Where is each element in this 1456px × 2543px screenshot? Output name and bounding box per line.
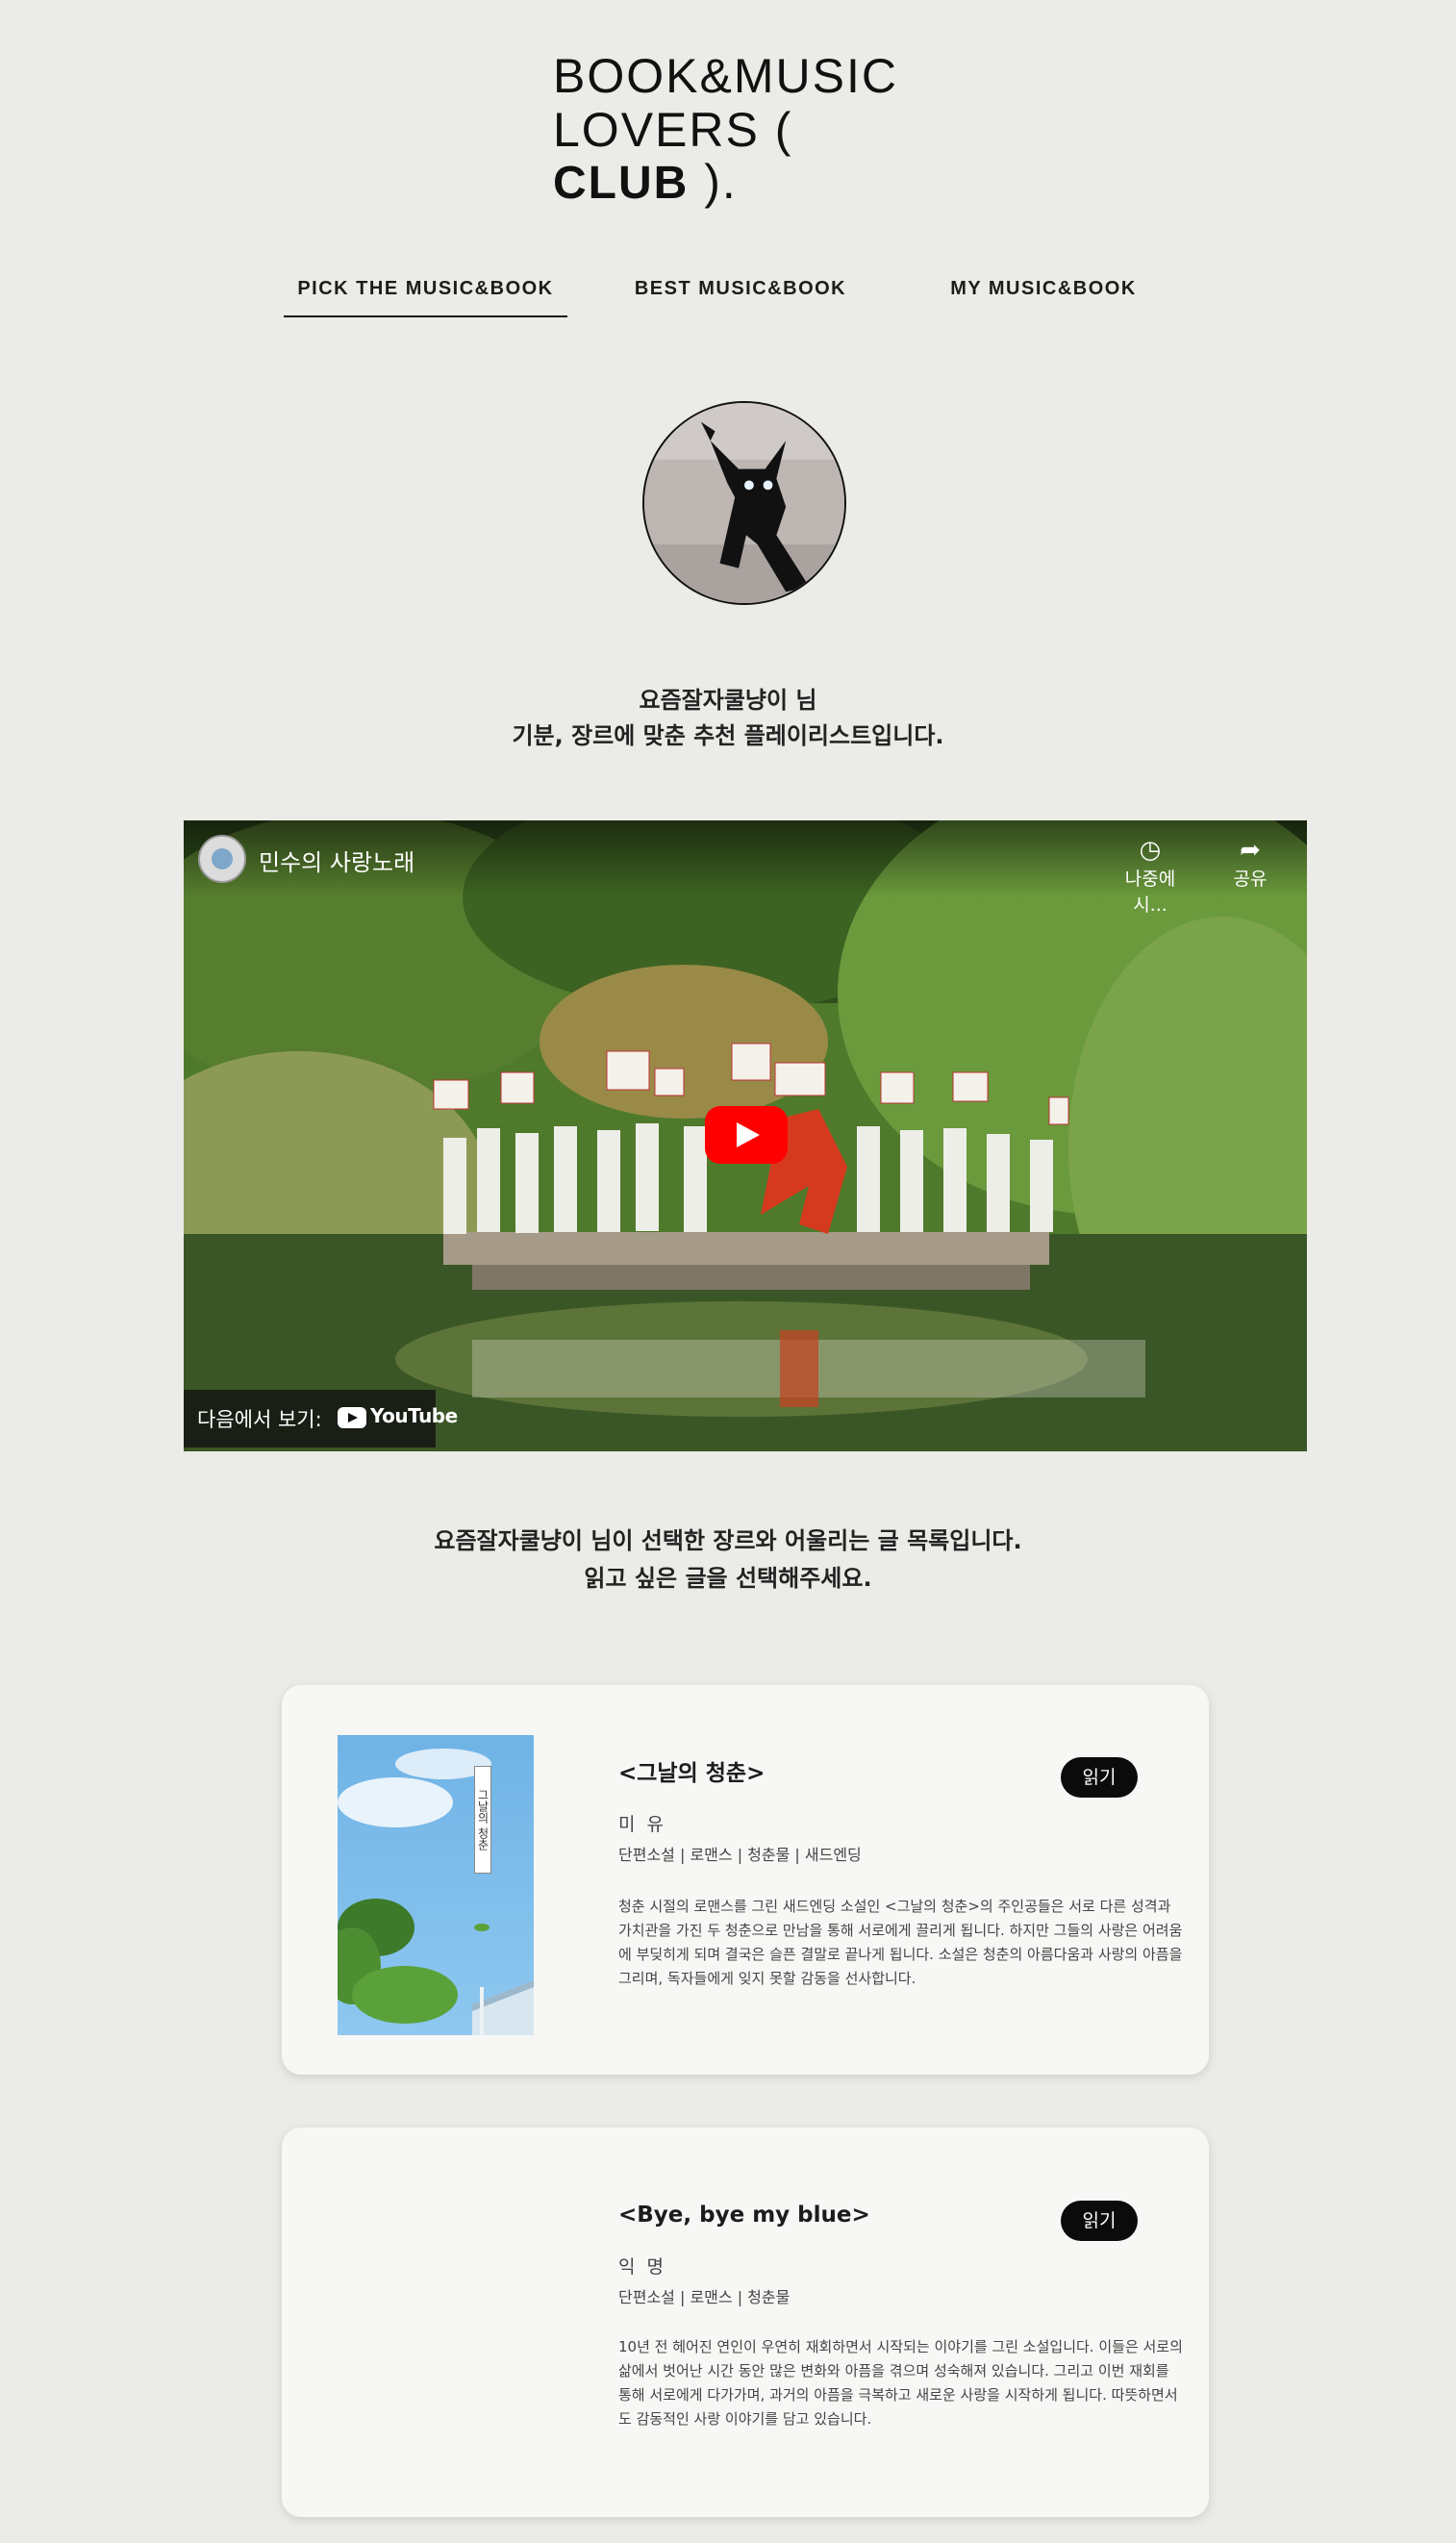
nav-tab-pick[interactable]: PICK THE MUSIC&BOOK <box>284 269 567 317</box>
book-summary: 청춘 시절의 로맨스를 그린 새드엔딩 소설인 <그날의 청춘>의 주인공들은 … <box>618 1898 1183 1987</box>
book-author: 익 명 <box>618 2256 666 2278</box>
book-card[interactable]: 그날의 청춘 <그날의 청춘> 읽기 미 유 단편소설 | 로맨스 | 청춘물 … <box>282 1685 1209 2075</box>
cover-title: 그날의 청춘 <box>474 1766 491 1874</box>
youtube-wordmark: YouTube <box>370 1404 458 1427</box>
book-title[interactable]: <그날의 청춘> <box>618 1754 765 1787</box>
avatar <box>642 401 846 605</box>
share-label: 공유 <box>1233 869 1268 890</box>
book-cover[interactable]: 그날의 청춘 <box>338 1735 534 2035</box>
youtube-player[interactable]: 민수의 사랑노래 ◷ 나중에 시... ➦ 공유 다음에서 보기: YouTub… <box>184 820 1307 1451</box>
logo-club: CLUB <box>553 158 690 209</box>
book-title[interactable]: <Bye, bye my blue> <box>618 2203 870 2228</box>
channel-avatar[interactable] <box>198 835 246 883</box>
logo-line2: LOVERS ( CLUB ). <box>553 103 793 209</box>
clock-icon: ◷ <box>1139 836 1162 865</box>
logo-line1: BOOK&MUSIC <box>553 49 898 103</box>
greeting-line2: 기분, 장르에 맞춘 추천 플레이리스트입니다. <box>512 722 944 749</box>
read-button[interactable]: 읽기 <box>1061 1757 1138 1798</box>
nav-tab-my[interactable]: MY MUSIC&BOOK <box>938 269 1149 315</box>
share-icon: ➦ <box>1240 836 1261 865</box>
book-tags: 단편소설 | 로맨스 | 청춘물 <box>618 2288 791 2306</box>
play-button[interactable] <box>705 1106 788 1164</box>
book-list-intro: 요즘잘자쿨냥이 님이 선택한 장르와 어울리는 글 목록입니다. 읽고 싶은 글… <box>0 1523 1456 1598</box>
watch-on-label: 다음에서 보기: <box>197 1408 322 1431</box>
main-nav: PICK THE MUSIC&BOOK BEST MUSIC&BOOK MY M… <box>284 269 1149 317</box>
book-author: 미 유 <box>618 1814 666 1835</box>
book-card[interactable]: <Bye, bye my blue> 읽기 익 명 단편소설 | 로맨스 | 청… <box>282 2128 1209 2517</box>
cat-photo <box>644 403 844 603</box>
logo-line2-text: LOVERS <box>553 103 760 157</box>
share-button[interactable]: ➦ 공유 <box>1207 836 1293 891</box>
greeting-line1: 요즘잘자쿨냥이 님 <box>639 687 817 714</box>
watch-on-youtube[interactable]: 다음에서 보기: YouTube <box>184 1390 458 1448</box>
book-cover-art <box>338 1735 534 2035</box>
read-button[interactable]: 읽기 <box>1061 2201 1138 2241</box>
site-logo[interactable]: BOOK&MUSIC LOVERS ( CLUB ). <box>553 48 938 209</box>
watch-later-label: 나중에 시... <box>1124 869 1176 916</box>
book-summary: 10년 전 헤어진 연인이 우연히 재회하면서 시작되는 이야기를 그린 소설입… <box>618 2338 1183 2428</box>
watch-later-button[interactable]: ◷ 나중에 시... <box>1107 836 1193 917</box>
youtube-icon <box>338 1407 366 1428</box>
video-title[interactable]: 민수의 사랑노래 <box>259 843 414 877</box>
list-intro-line2: 읽고 싶은 글을 선택해주세요. <box>584 1565 872 1592</box>
list-intro-line1: 요즘잘자쿨냥이 님이 선택한 장르와 어울리는 글 목록입니다. <box>434 1527 1022 1554</box>
nav-tab-best[interactable]: BEST MUSIC&BOOK <box>630 269 851 315</box>
book-tags: 단편소설 | 로맨스 | 청춘물 | 새드엔딩 <box>618 1846 862 1864</box>
playlist-greeting: 요즘잘자쿨냥이 님 기분, 장르에 맞춘 추천 플레이리스트입니다. <box>0 683 1456 754</box>
